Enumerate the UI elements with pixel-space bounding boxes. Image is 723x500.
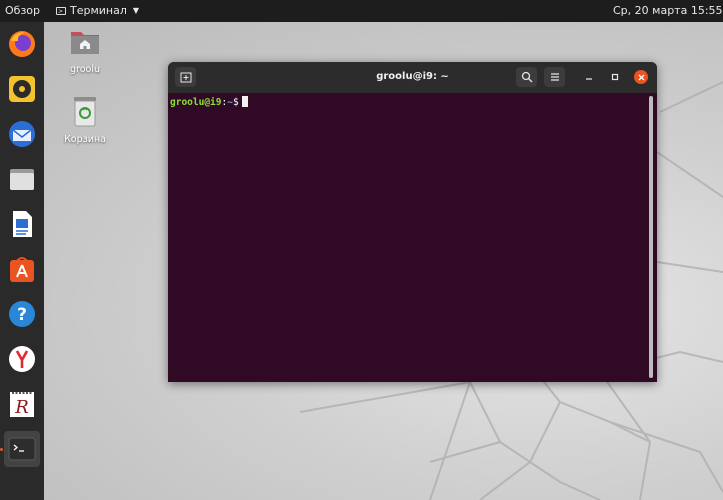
r-icon: R — [10, 392, 34, 418]
dock-item-writer[interactable] — [4, 206, 40, 242]
files-icon — [10, 169, 34, 190]
svg-text:?: ? — [17, 305, 27, 325]
maximize-button[interactable] — [608, 70, 622, 84]
close-button[interactable] — [634, 70, 648, 84]
desktop-icon-trash[interactable]: Корзина — [55, 94, 115, 145]
prompt-symbol: $ — [232, 97, 239, 108]
search-button[interactable] — [516, 67, 537, 87]
thunderbird-icon — [9, 121, 35, 147]
activities-button[interactable]: Обзор — [5, 4, 40, 17]
svg-text:R: R — [14, 397, 29, 418]
prompt-line: groolu@i9:~$ — [170, 96, 248, 108]
prompt-user: groolu@i9 — [170, 97, 222, 108]
minimize-button[interactable] — [582, 70, 596, 84]
close-icon — [638, 74, 644, 80]
yandex-browser-icon — [9, 346, 35, 372]
maximize-icon — [611, 73, 619, 81]
terminal-output[interactable]: groolu@i9:~$ — [168, 93, 657, 382]
terminal-titlebar[interactable]: groolu@i9: ~ — [168, 62, 657, 93]
desktop-icon-label: Корзина — [64, 134, 106, 145]
app-menu[interactable]: > Терминал ▼ — [56, 4, 139, 17]
search-icon — [521, 71, 532, 83]
terminal-window[interactable]: groolu@i9: ~ groolu@i9:~$ — [168, 62, 657, 382]
menu-button[interactable] — [544, 67, 565, 87]
running-indicator — [0, 448, 3, 451]
software-center-icon — [10, 257, 34, 282]
dock-item-firefox[interactable] — [4, 26, 40, 62]
text-cursor — [241, 96, 248, 107]
terminal-icon — [8, 437, 36, 461]
dock-item-thunderbird[interactable] — [4, 116, 40, 152]
help-icon: ? — [9, 301, 35, 327]
scrollbar[interactable] — [649, 96, 653, 378]
dock-item-terminal[interactable] — [4, 431, 40, 467]
dock-item-yandex[interactable] — [4, 341, 40, 377]
dock-item-rhythmbox[interactable] — [4, 71, 40, 107]
desktop-icon-home[interactable]: groolu — [55, 26, 115, 75]
dock-item-software[interactable] — [4, 251, 40, 287]
desktop-icon-label: groolu — [69, 64, 100, 75]
dock-item-help[interactable]: ? — [4, 296, 40, 332]
hamburger-icon — [550, 73, 559, 81]
dock: ? R — [0, 22, 44, 500]
dock-item-files[interactable] — [4, 161, 40, 197]
rhythmbox-icon — [9, 76, 35, 102]
terminal-app-icon: > — [56, 6, 66, 15]
minimize-icon — [586, 78, 592, 80]
libreoffice-writer-icon — [13, 211, 32, 237]
top-bar: Обзор > Терминал ▼ Ср, 20 марта 15:55 — [0, 0, 723, 22]
trash-icon — [74, 97, 96, 127]
clock[interactable]: Ср, 20 марта 15:55 — [613, 4, 723, 17]
firefox-icon — [9, 31, 35, 57]
desktop: groolu Корзина groolu@i9: ~ groolu@i9:~$ — [0, 22, 723, 500]
app-menu-label: Терминал — [70, 4, 127, 17]
home-folder-icon — [71, 32, 99, 54]
dock-item-r[interactable]: R — [4, 386, 40, 422]
chevron-down-icon: ▼ — [132, 6, 140, 15]
